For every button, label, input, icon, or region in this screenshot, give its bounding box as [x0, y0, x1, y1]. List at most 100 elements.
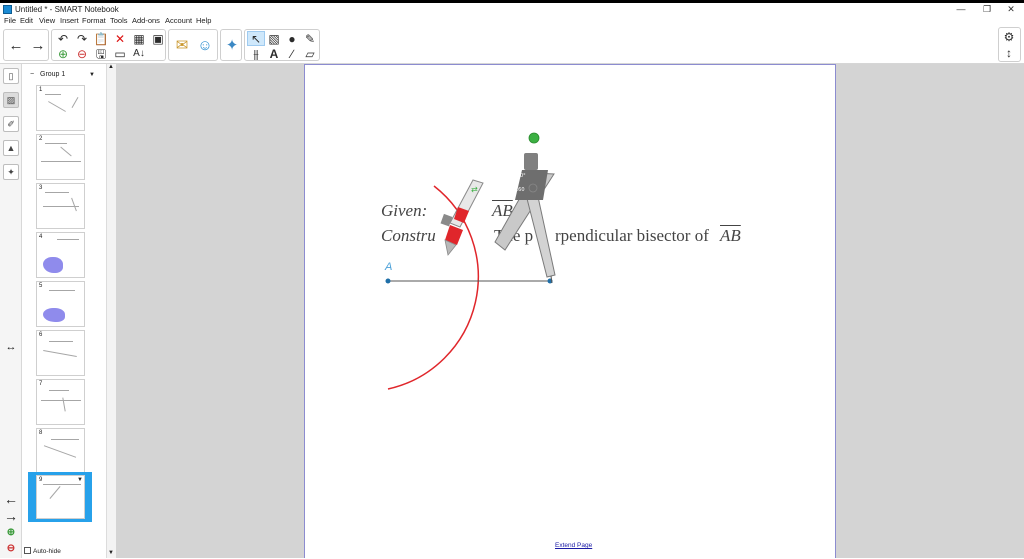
- toolbar-group-widgets: ✦: [220, 29, 242, 61]
- checkbox-box[interactable]: [24, 547, 31, 554]
- puzzle-widget-icon[interactable]: ✦: [221, 30, 243, 60]
- toolbar-group-addons: ✉ ☺: [168, 29, 218, 61]
- scroll-down-icon[interactable]: ▼: [108, 550, 114, 556]
- properties-tab-icon[interactable]: ▲: [3, 140, 19, 156]
- gallery-tab-icon[interactable]: ▨: [3, 92, 19, 108]
- sidebar-next-page-icon[interactable]: →: [2, 509, 20, 523]
- move-toolbar-icon[interactable]: ↕: [1000, 45, 1018, 60]
- menu-account[interactable]: Account: [165, 16, 192, 26]
- menu-edit[interactable]: Edit: [20, 16, 33, 26]
- menu-file[interactable]: File: [4, 16, 16, 26]
- group-header[interactable]: − Group 1 ▼: [22, 69, 106, 81]
- sidebar-previous-page-icon[interactable]: ←: [2, 492, 20, 506]
- page-menu-chevron-icon[interactable]: ▼: [77, 477, 83, 483]
- delete-page-icon[interactable]: ⊖: [73, 46, 91, 61]
- notebook-page[interactable]: Given: AB Constru The p rpendicular bise…: [304, 64, 836, 558]
- thumb-text-line: [57, 239, 79, 240]
- toolbar-settings-group: ⚙ ↕: [998, 27, 1021, 62]
- table-icon[interactable]: ▦: [130, 31, 148, 46]
- thumb-text-line: [45, 192, 69, 193]
- lesson-activity-icon[interactable]: ✉: [171, 30, 193, 60]
- compass-pencil-body[interactable]: [449, 179, 484, 228]
- rotate-handle[interactable]: [528, 132, 540, 144]
- next-page-icon[interactable]: →: [27, 30, 49, 60]
- menu-format[interactable]: Format: [82, 16, 106, 26]
- page-number: 3: [39, 185, 43, 191]
- page-thumbnail[interactable]: 3: [36, 183, 85, 229]
- page-number: 1: [39, 87, 43, 93]
- menu-insert[interactable]: Insert: [60, 16, 79, 26]
- close-window-button[interactable]: ✕: [996, 3, 1024, 15]
- undo-icon[interactable]: ↶: [54, 31, 72, 46]
- window-title: Untitled * - SMART Notebook: [15, 5, 119, 14]
- compass-hinge-top[interactable]: [524, 153, 538, 170]
- thumb-line-sketch: [41, 161, 81, 162]
- extend-page-link[interactable]: Extend Page: [555, 542, 592, 549]
- page-thumbnail[interactable]: 7: [36, 379, 85, 425]
- menu-tools[interactable]: Tools: [110, 16, 128, 26]
- thumb-text-line: [49, 290, 75, 291]
- thumb-shaded-region: [43, 257, 63, 273]
- paste-icon[interactable]: 📋: [92, 31, 110, 46]
- page-thumbnail[interactable]: 4: [36, 232, 85, 278]
- scroll-up-icon[interactable]: ▲: [108, 64, 114, 70]
- thumb-text-line: [45, 143, 67, 144]
- screen-capture-icon[interactable]: ▣: [149, 31, 167, 46]
- sidebar-delete-page-icon[interactable]: ⊖: [2, 542, 20, 556]
- page-number: 4: [39, 234, 43, 240]
- page-sorter-tab-icon[interactable]: ▯: [3, 68, 19, 84]
- sorter-scrollbar[interactable]: ▲ ▼: [106, 64, 116, 558]
- eraser-tool-icon[interactable]: ▱: [301, 46, 319, 61]
- page-sorter-panel: − Group 1 ▼ 1 2 3 4 5 6 7 8 9 ▼: [22, 64, 106, 558]
- line-tool-icon[interactable]: ∕: [283, 46, 301, 61]
- save-icon[interactable]: 🖫: [92, 46, 110, 61]
- thumb-line-sketch: [49, 486, 61, 499]
- pen-tool-icon[interactable]: ✎: [301, 31, 319, 46]
- collapse-group-icon[interactable]: −: [30, 69, 34, 81]
- addons-tab-icon[interactable]: ✦: [3, 164, 19, 180]
- thumb-line-sketch: [43, 445, 77, 458]
- menu-help[interactable]: Help: [196, 16, 211, 26]
- page-thumbnail[interactable]: 8: [36, 428, 85, 474]
- select-tool-icon[interactable]: ↖: [247, 31, 265, 46]
- add-page-icon[interactable]: ⊕: [54, 46, 72, 61]
- response-icon[interactable]: ☺: [194, 30, 216, 60]
- page-number: 9: [39, 477, 43, 483]
- toolbar-group-tools: ↖ ▧ ● ✎ ⫵ A ∕ ▱: [244, 29, 320, 61]
- page-thumbnail[interactable]: 2: [36, 134, 85, 180]
- page-thumbnail-selected[interactable]: 9 ▼: [36, 475, 85, 519]
- main-toolbar: ← → ↶ ↷ 📋 ✕ ▦ ▣ ⊕ ⊖ 🖫 ▭ A↓ ✉ ☺ ✦ ↖ ▧ ● ✎…: [0, 26, 1024, 64]
- page-number: 7: [39, 381, 43, 387]
- thumb-line-sketch: [48, 101, 66, 112]
- move-sidebar-icon[interactable]: ↔: [2, 340, 20, 354]
- gear-icon[interactable]: ⚙: [1000, 29, 1018, 44]
- attachments-tab-icon[interactable]: ✐: [3, 116, 19, 132]
- page-thumbnail[interactable]: 1: [36, 85, 85, 131]
- spell-check-icon[interactable]: A↓: [130, 46, 148, 61]
- auto-hide-checkbox[interactable]: Auto-hide: [24, 547, 61, 556]
- group-menu-chevron-icon[interactable]: ▼: [89, 69, 95, 81]
- thumb-line-sketch: [71, 97, 79, 108]
- delete-icon[interactable]: ✕: [111, 31, 129, 46]
- fill-tool-icon[interactable]: ●: [283, 31, 301, 46]
- menu-add-ons[interactable]: Add-ons: [132, 16, 160, 26]
- thumb-text-line: [49, 390, 69, 391]
- group-name: Group 1: [40, 71, 66, 78]
- sidebar-add-page-icon[interactable]: ⊕: [2, 526, 20, 540]
- text-tool-icon[interactable]: A: [265, 46, 283, 61]
- page-thumbnail[interactable]: 5: [36, 281, 85, 327]
- page-thumbnail[interactable]: 6: [36, 330, 85, 376]
- compass-pencil-clip: [440, 213, 453, 227]
- auto-hide-label: Auto-hide: [33, 548, 61, 555]
- point-a[interactable]: [385, 278, 391, 284]
- display-screen-icon[interactable]: ▭: [111, 46, 129, 61]
- shapes-tool-icon[interactable]: ▧: [265, 31, 283, 46]
- compass-radius-readout: 160: [515, 187, 525, 193]
- compass-tool[interactable]: ⇄ 0° 160: [440, 132, 556, 284]
- measurement-tools-icon[interactable]: ⫵: [247, 46, 265, 61]
- menu-view[interactable]: View: [39, 16, 55, 26]
- resize-arrows-icon[interactable]: ⇄: [471, 185, 478, 194]
- thumb-line-sketch: [43, 350, 77, 357]
- redo-icon[interactable]: ↷: [73, 31, 91, 46]
- previous-page-icon[interactable]: ←: [5, 30, 27, 60]
